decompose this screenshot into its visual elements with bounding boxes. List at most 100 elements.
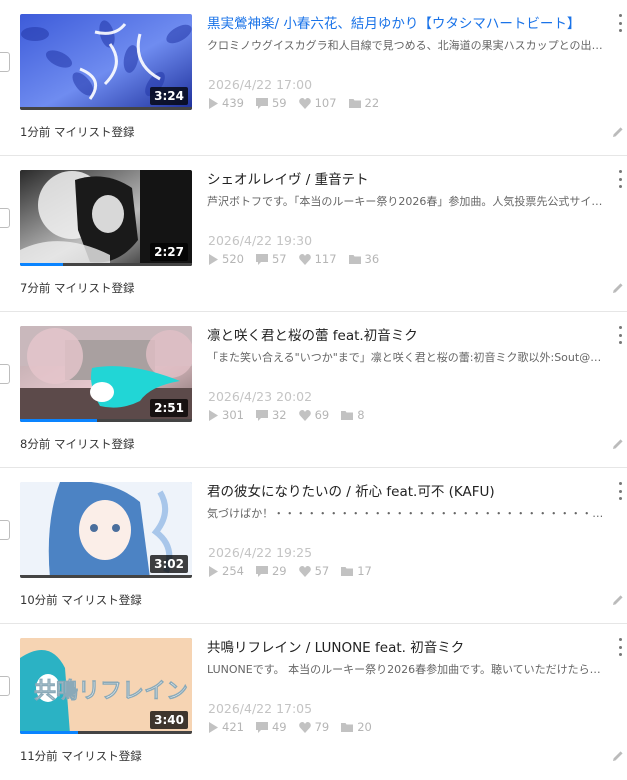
comment-count: 49 xyxy=(255,720,287,734)
thumbnail-character-eye xyxy=(112,524,120,532)
select-checkbox[interactable] xyxy=(0,364,10,384)
thumbnail-cherry-blossom xyxy=(146,330,192,378)
upload-date: 2026/4/22 17:05 xyxy=(208,701,313,716)
more-dot-icon xyxy=(618,489,622,493)
select-checkbox[interactable] xyxy=(0,208,10,228)
comment-count-value: 59 xyxy=(271,96,287,110)
more-dot-icon xyxy=(618,333,622,337)
video-list: 3:24 黒実鶯神楽/ 小春六花、結月ゆかり【ウタシマハートビート】 クロミノウ… xyxy=(0,0,627,780)
comment-count-value: 57 xyxy=(271,252,287,266)
view-count-value: 520 xyxy=(222,252,244,266)
thumbnail-character-face xyxy=(79,500,131,560)
view-count: 421 xyxy=(208,720,244,734)
edit-memo-icon[interactable] xyxy=(612,282,624,294)
mylist-count-value: 17 xyxy=(357,564,372,578)
video-title[interactable]: 凛と咲く君と桜の蕾 feat.初音ミク xyxy=(207,327,602,345)
watch-progress-bar xyxy=(20,263,192,266)
video-stats: 439 59 107 22 xyxy=(208,96,391,110)
edit-memo-icon[interactable] xyxy=(612,594,624,606)
more-dot-icon xyxy=(618,29,622,32)
comment-count: 59 xyxy=(255,96,287,110)
watch-progress-bar xyxy=(20,107,192,110)
watch-progress-fill xyxy=(20,731,79,734)
video-title[interactable]: 黒実鶯神楽/ 小春六花、結月ゆかり【ウタシマハートビート】 xyxy=(207,15,602,33)
select-checkbox[interactable] xyxy=(0,676,10,696)
comment-count-value: 29 xyxy=(271,564,287,578)
edit-memo-icon[interactable] xyxy=(612,750,624,762)
more-dot-icon xyxy=(618,645,622,649)
video-stats: 301 32 69 8 xyxy=(208,408,377,422)
more-options-button[interactable] xyxy=(617,638,623,656)
edit-memo-icon[interactable] xyxy=(612,126,624,138)
video-thumbnail[interactable]: 3:02 xyxy=(20,482,192,578)
video-list-item: 2:27 シェオルレイヴ / 重音テト 芦沢ボトフです。「本当のルーキー祭り20… xyxy=(0,156,627,312)
video-description: 「また笑い合える"いつか"まで」凛と咲く君と桜の蕾:初音ミク歌以外:Sout@… xyxy=(207,351,602,364)
mylist-count-value: 36 xyxy=(364,252,380,266)
view-count-value: 439 xyxy=(222,96,244,110)
video-thumbnail[interactable]: 2:51 xyxy=(20,326,192,422)
thumbnail-title-text: 共鳴リフレイン xyxy=(34,679,188,704)
mylist-added-time: 7分前 マイリスト登録 xyxy=(20,281,135,295)
more-options-button[interactable] xyxy=(617,14,623,32)
more-dot-icon xyxy=(618,14,622,17)
thumbnail-character-eye xyxy=(90,524,98,532)
folder-icon xyxy=(341,411,354,420)
video-title[interactable]: 共鳴リフレイン / LUNONE feat. 初音ミク xyxy=(207,639,602,657)
upload-date: 2026/4/23 20:02 xyxy=(208,389,313,404)
mylist-added-time: 1分前 マイリスト登録 xyxy=(20,125,135,139)
mylist-count: 36 xyxy=(348,252,380,266)
video-thumbnail[interactable]: 共鳴リフレイン 3:40 xyxy=(20,638,192,734)
select-checkbox[interactable] xyxy=(0,52,10,72)
like-count-value: 107 xyxy=(314,96,337,110)
mylist-added-time: 8分前 マイリスト登録 xyxy=(20,437,135,451)
duration-badge: 2:27 xyxy=(150,243,188,261)
more-dot-icon xyxy=(618,21,622,25)
upload-date: 2026/4/22 19:25 xyxy=(208,545,313,560)
more-options-button[interactable] xyxy=(617,326,623,344)
thumbnail-character-face xyxy=(90,382,114,402)
video-list-item: 3:24 黒実鶯神楽/ 小春六花、結月ゆかり【ウタシマハートビート】 クロミノウ… xyxy=(0,0,627,156)
mylist-added-time: 11分前 マイリスト登録 xyxy=(20,749,142,763)
mylist-added-time: 10分前 マイリスト登録 xyxy=(20,593,142,607)
comment-count-value: 32 xyxy=(271,408,287,422)
more-options-button[interactable] xyxy=(617,170,623,188)
comment-count-value: 49 xyxy=(271,720,287,734)
video-thumbnail[interactable]: 2:27 xyxy=(20,170,192,266)
view-count-value: 301 xyxy=(222,408,244,422)
mylist-count: 8 xyxy=(341,408,365,422)
video-list-item: 共鳴リフレイン 3:40 共鳴リフレイン / LUNONE feat. 初音ミク… xyxy=(0,624,627,780)
duration-badge: 3:02 xyxy=(150,555,188,573)
more-dot-icon xyxy=(618,177,622,181)
play-icon xyxy=(209,721,218,733)
video-title[interactable]: シェオルレイヴ / 重音テト xyxy=(207,171,602,189)
like-count: 117 xyxy=(298,252,337,266)
edit-memo-icon[interactable] xyxy=(612,438,624,450)
mylist-count: 17 xyxy=(341,564,372,578)
heart-icon xyxy=(298,565,311,577)
like-count: 57 xyxy=(298,564,329,578)
video-title[interactable]: 君の彼女になりたいの / 祈心 feat.可不 (KAFU) xyxy=(207,483,602,501)
thumbnail-character-face xyxy=(92,195,124,233)
mylist-count-value: 22 xyxy=(364,96,380,110)
view-count: 301 xyxy=(208,408,244,422)
upload-date: 2026/4/22 19:30 xyxy=(208,233,313,248)
like-count: 107 xyxy=(298,96,337,110)
select-checkbox[interactable] xyxy=(0,520,10,540)
more-dot-icon xyxy=(618,185,622,188)
thumbnail-leaf-shape xyxy=(21,27,49,41)
heart-icon xyxy=(298,721,311,733)
video-stats: 520 57 117 36 xyxy=(208,252,391,266)
comment-icon xyxy=(255,97,268,109)
folder-icon xyxy=(348,99,361,108)
more-dot-icon xyxy=(618,482,622,485)
more-dot-icon xyxy=(618,326,622,329)
video-list-item: 3:02 君の彼女になりたいの / 祈心 feat.可不 (KAFU) 気づけば… xyxy=(0,468,627,624)
heart-icon xyxy=(298,97,311,109)
mylist-count: 20 xyxy=(341,720,372,734)
video-thumbnail[interactable]: 3:24 xyxy=(20,14,192,110)
comment-icon xyxy=(255,565,268,577)
video-stats: 421 49 79 20 xyxy=(208,720,384,734)
more-options-button[interactable] xyxy=(617,482,623,500)
heart-icon xyxy=(298,253,311,265)
heart-icon xyxy=(298,409,311,421)
